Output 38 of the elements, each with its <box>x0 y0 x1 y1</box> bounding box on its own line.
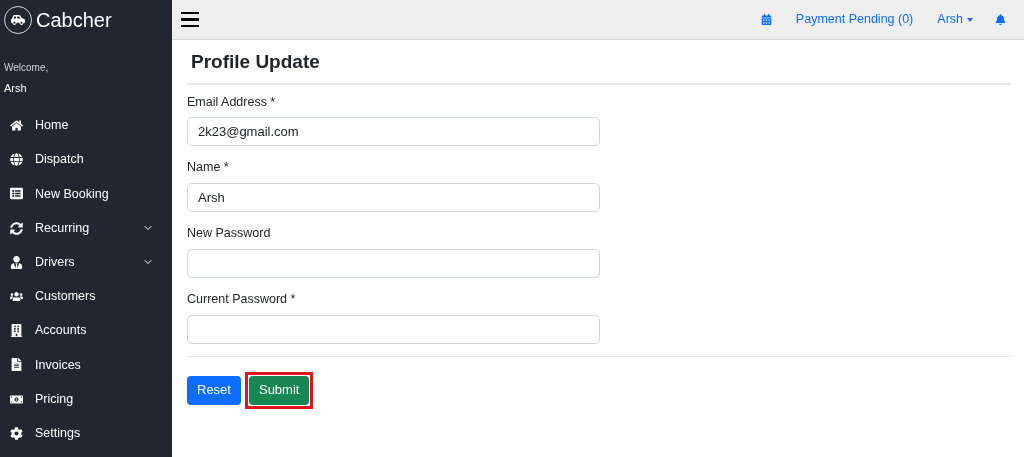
input-field[interactable]: Arsh <box>187 183 600 212</box>
bell-icon[interactable] <box>995 14 1006 25</box>
reset-button[interactable]: Reset <box>187 375 241 405</box>
sidebar-item[interactable]: Settings <box>0 416 172 451</box>
settings-icon <box>10 426 23 440</box>
document-icon <box>10 358 23 372</box>
sidebar-item[interactable]: Dispatch <box>0 142 172 177</box>
sidebar-item[interactable]: Accounts <box>0 313 172 348</box>
welcome-text: Welcome, <box>4 61 50 75</box>
sidebar-item[interactable]: Recurring <box>0 211 172 246</box>
field-label: Current Password * <box>187 290 297 308</box>
sidebar-item[interactable]: New Booking <box>0 176 172 212</box>
user-name: Arsh <box>4 81 28 96</box>
menu-icon[interactable] <box>181 11 199 28</box>
globe-icon <box>10 153 23 167</box>
payment-pending-link[interactable]: Payment Pending (0) <box>795 10 914 29</box>
input-field[interactable] <box>187 314 600 344</box>
sidebar-item[interactable]: Home <box>0 108 172 143</box>
building-icon <box>10 324 23 338</box>
sidebar-item[interactable]: Drivers <box>0 245 172 280</box>
list-icon <box>10 187 23 201</box>
calendar-icon[interactable] <box>760 14 772 25</box>
input-field[interactable]: 2k23@gmail.com <box>187 117 600 147</box>
user-menu[interactable]: Arsh <box>937 10 973 29</box>
brand-name: Cabcher <box>36 8 112 33</box>
sidebar-item[interactable]: Customers <box>0 279 172 314</box>
person-icon <box>10 255 23 269</box>
field-label: New Password <box>187 225 272 242</box>
repeat-icon <box>10 221 23 235</box>
page-title: Profile Update <box>187 40 1011 85</box>
input-field[interactable] <box>187 248 600 278</box>
users-icon <box>10 290 23 304</box>
sidebar-item[interactable]: Pricing <box>0 382 172 417</box>
sidebar-item[interactable]: Invoices <box>0 347 172 382</box>
field-label: Name * <box>187 159 230 177</box>
submit-button[interactable]: Submit <box>248 375 310 405</box>
field-label: Email Address * <box>187 93 277 111</box>
home-icon <box>10 119 23 133</box>
